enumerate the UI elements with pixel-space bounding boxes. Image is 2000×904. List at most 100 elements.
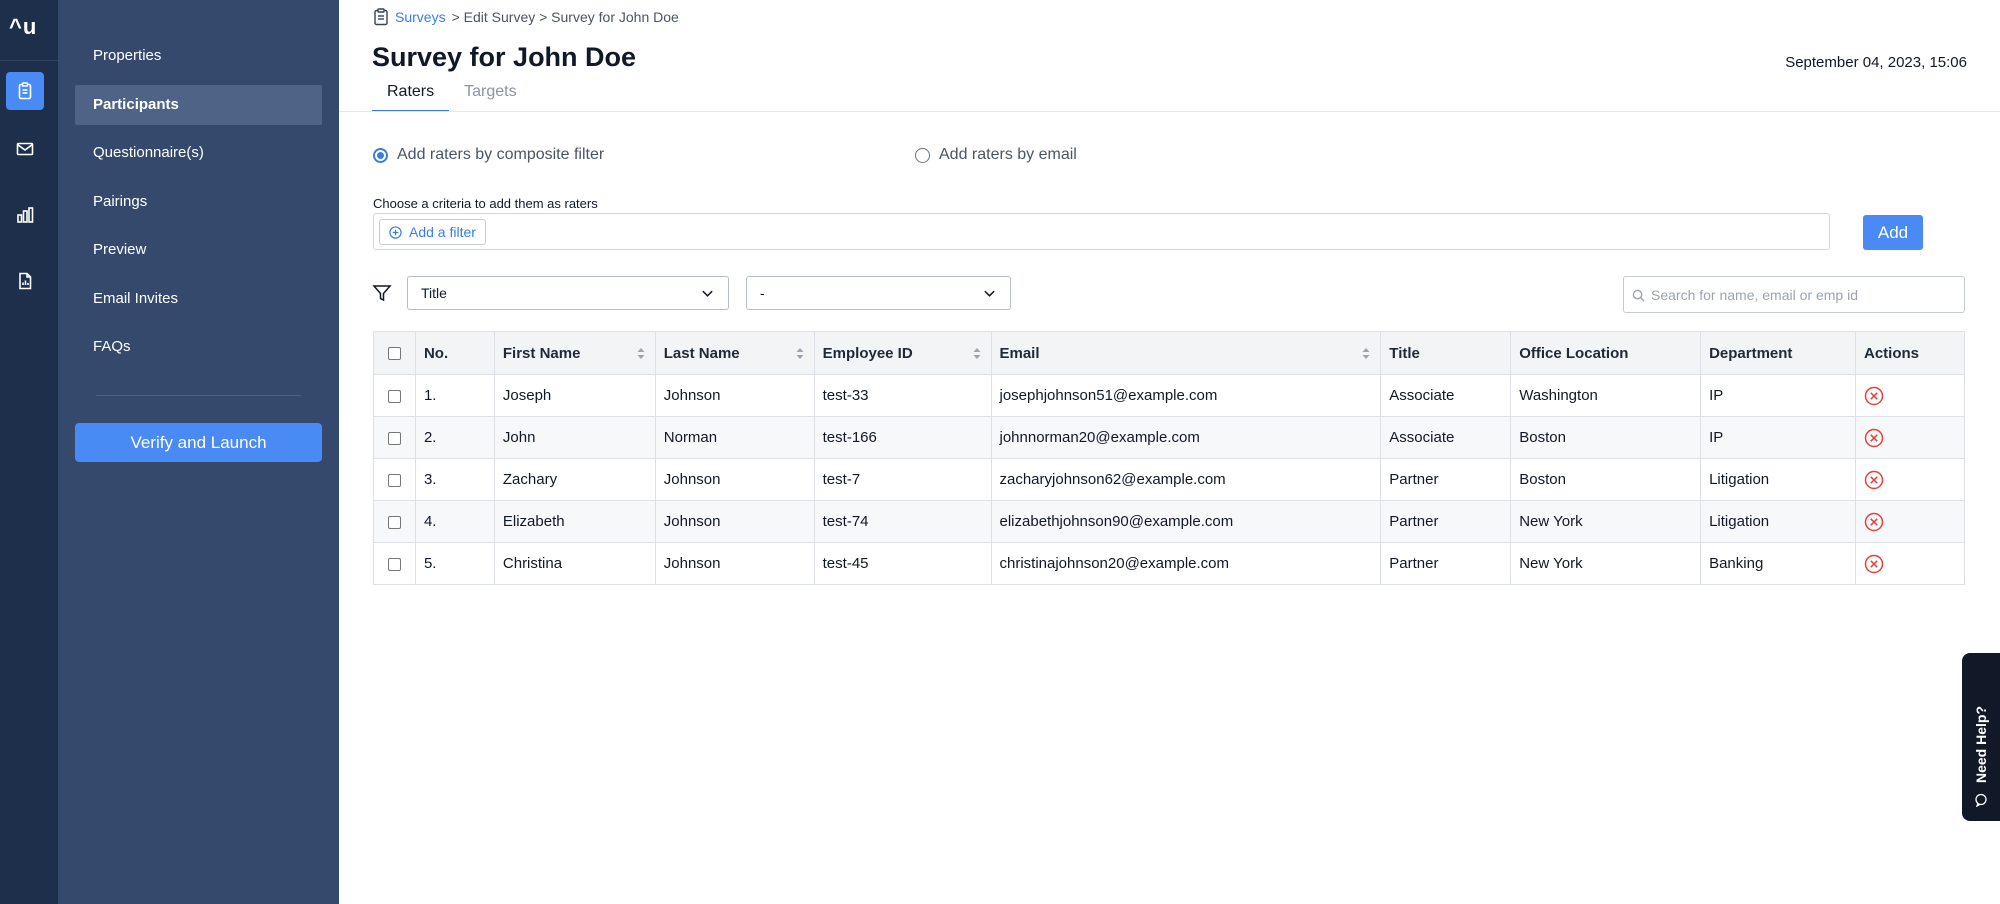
row-checkbox[interactable] — [387, 473, 401, 487]
cell-no: 5. — [414, 542, 495, 585]
timestamp: September 04, 2023, 15:06 — [1785, 54, 1967, 71]
plus-circle-icon — [389, 225, 402, 239]
row-checkbox[interactable] — [387, 557, 401, 571]
col-actions: Actions — [1854, 331, 1966, 375]
row-select-cell — [373, 542, 416, 585]
col-last-name[interactable]: Last Name — [654, 331, 815, 375]
cell-office-location: Washington — [1510, 374, 1702, 417]
radio-composite-filter-label: Add raters by composite filter — [397, 146, 605, 163]
table-row: 2. John Norman test-166 johnnorman20@exa… — [373, 416, 1966, 459]
sidebar: Properties Participants Questionnaire(s)… — [58, 0, 339, 904]
cell-last-name: Johnson — [654, 542, 815, 585]
cell-office-location: Boston — [1510, 458, 1702, 501]
breadcrumb: Surveys > Edit Survey > Survey for John … — [373, 8, 679, 26]
bar-chart-icon — [17, 207, 34, 223]
filter-operator-select[interactable]: - — [746, 276, 1011, 310]
row-checkbox[interactable] — [387, 389, 401, 403]
cell-title: Partner — [1380, 458, 1512, 501]
table-row: 3. Zachary Johnson test-7 zacharyjohnson… — [373, 458, 1966, 501]
sidebar-item-participants[interactable]: Participants — [75, 85, 322, 125]
cell-email: josephjohnson51@example.com — [990, 374, 1382, 417]
cell-actions — [1854, 458, 1966, 501]
rail-mail-button[interactable] — [6, 130, 44, 168]
col-office-location: Office Location — [1510, 331, 1702, 375]
cell-email: elizabethjohnson90@example.com — [990, 500, 1382, 543]
app-logo[interactable]: ^u — [9, 14, 37, 40]
header-divider — [339, 111, 2000, 112]
chevron-down-icon — [984, 290, 995, 297]
cell-no: 4. — [414, 500, 495, 543]
cell-department: IP — [1700, 374, 1856, 417]
row-select-cell — [373, 416, 416, 459]
cell-employee-id: test-166 — [813, 416, 992, 459]
cell-department: IP — [1700, 416, 1856, 459]
sidebar-item-properties[interactable]: Properties — [75, 36, 322, 76]
radio-composite-filter[interactable] — [373, 147, 388, 163]
verify-and-launch-button[interactable]: Verify and Launch — [75, 423, 322, 462]
col-department: Department — [1700, 331, 1856, 375]
cell-first-name: John — [493, 416, 656, 459]
table-row: 1. Joseph Johnson test-33 josephjohnson5… — [373, 374, 1966, 417]
breadcrumb-path: > Edit Survey > Survey for John Doe — [451, 9, 679, 25]
add-button[interactable]: Add — [1863, 215, 1923, 250]
need-help-tab[interactable]: Need Help? — [1962, 653, 2000, 821]
row-checkbox[interactable] — [387, 431, 401, 445]
filter-field-select[interactable]: Title — [407, 276, 729, 310]
select-all-checkbox[interactable] — [387, 347, 401, 361]
cell-title: Associate — [1380, 416, 1512, 459]
col-employee-id[interactable]: Employee ID — [813, 331, 992, 375]
cell-actions — [1854, 542, 1966, 585]
cell-first-name: Zachary — [493, 458, 656, 501]
cell-office-location: Boston — [1510, 416, 1702, 459]
rail-reports-button[interactable] — [6, 262, 44, 300]
add-filter-button[interactable]: Add a filter — [379, 219, 486, 245]
search-box[interactable] — [1623, 276, 1965, 313]
cell-actions — [1854, 374, 1966, 417]
rail-analytics-button[interactable] — [6, 196, 44, 234]
clipboard-icon — [374, 8, 388, 26]
chat-icon — [1975, 793, 1987, 807]
rail-surveys-button[interactable] — [6, 72, 44, 110]
filter-icon[interactable] — [372, 283, 392, 303]
cell-employee-id: test-7 — [813, 458, 992, 501]
cell-no: 3. — [414, 458, 495, 501]
col-no: No. — [414, 331, 495, 375]
sort-icon — [1362, 348, 1370, 359]
radio-email-label: Add raters by email — [939, 146, 1077, 163]
tab-raters[interactable]: Raters — [372, 80, 450, 112]
cell-first-name: Christina — [493, 542, 656, 585]
radio-composite-filter-option[interactable]: Add raters by composite filter — [373, 146, 604, 164]
filter-field-value: Title — [421, 285, 447, 301]
remove-icon[interactable] — [1864, 386, 1884, 406]
col-email-label: Email — [999, 344, 1040, 362]
sort-icon — [973, 348, 980, 359]
remove-icon[interactable] — [1864, 428, 1884, 448]
raters-table: No. First Name Last Name Employee ID Ema… — [373, 331, 1966, 585]
composite-filter-box[interactable]: Add a filter — [373, 213, 1830, 250]
col-email[interactable]: Email — [990, 331, 1382, 375]
breadcrumb-surveys-link[interactable]: Surveys — [395, 9, 446, 25]
sidebar-item-pairings[interactable]: Pairings — [75, 182, 322, 222]
cell-last-name: Johnson — [654, 374, 815, 417]
remove-icon[interactable] — [1864, 512, 1884, 532]
sidebar-item-questionnaires[interactable]: Questionnaire(s) — [75, 133, 322, 173]
row-checkbox[interactable] — [387, 515, 401, 529]
rail-divider — [0, 60, 58, 61]
remove-icon[interactable] — [1864, 554, 1884, 574]
col-first-name[interactable]: First Name — [493, 331, 656, 375]
remove-icon[interactable] — [1864, 470, 1884, 490]
radio-email[interactable] — [915, 147, 930, 163]
select-all-cell — [373, 331, 416, 375]
col-title: Title — [1380, 331, 1512, 375]
row-select-cell — [373, 500, 416, 543]
sidebar-item-faqs[interactable]: FAQs — [75, 327, 322, 367]
radio-email-option[interactable]: Add raters by email — [915, 146, 1077, 164]
sidebar-item-preview[interactable]: Preview — [75, 230, 322, 270]
cell-employee-id: test-33 — [813, 374, 992, 417]
sidebar-item-email-invites[interactable]: Email Invites — [75, 279, 322, 319]
search-input[interactable] — [1651, 277, 1956, 312]
tab-targets[interactable]: Targets — [449, 80, 531, 112]
tab-bar: Raters Targets — [372, 80, 532, 112]
cell-office-location: New York — [1510, 542, 1702, 585]
row-select-cell — [373, 374, 416, 417]
